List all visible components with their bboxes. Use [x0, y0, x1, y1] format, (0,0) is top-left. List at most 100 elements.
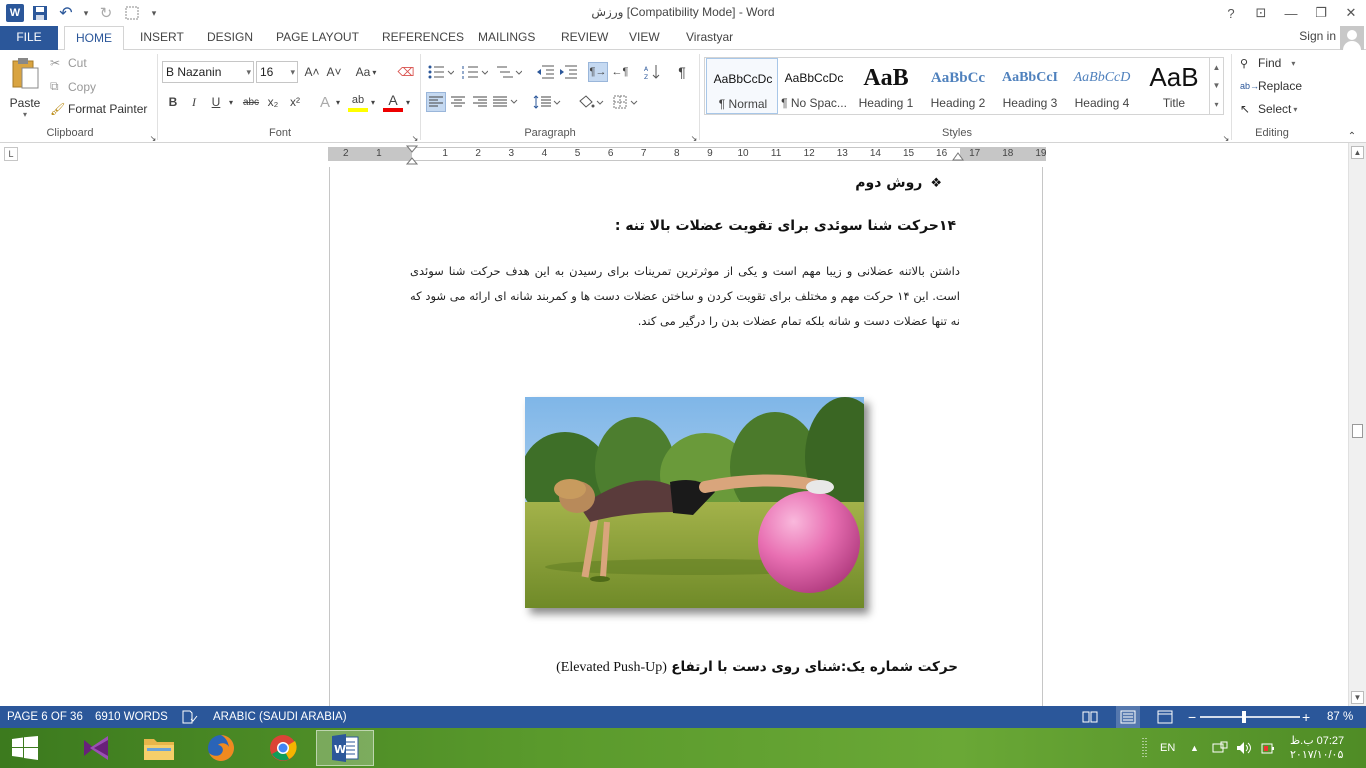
style-normal[interactable]: AaBbCcDc ¶ Normal	[706, 58, 778, 114]
font-color-dropdown-icon[interactable]: ▾	[403, 92, 413, 112]
zoom-out-button[interactable]: −	[1188, 706, 1196, 728]
grow-font-icon[interactable]: A˄	[302, 62, 322, 82]
pushup-photo[interactable]	[525, 397, 864, 608]
bold-button[interactable]: B	[163, 92, 183, 112]
font-size-combo[interactable]: 16	[256, 61, 298, 83]
paste-button[interactable]: Paste ▾	[8, 56, 42, 120]
taskbar-chrome[interactable]	[254, 730, 312, 766]
start-button[interactable]	[0, 730, 50, 766]
chevron-up-icon[interactable]: ▲	[1213, 63, 1221, 72]
tab-home[interactable]: HOME	[64, 26, 124, 51]
tab-mailings[interactable]: MAILINGS	[467, 26, 546, 50]
style-title[interactable]: AaB Title	[1138, 58, 1210, 114]
horizontal-ruler[interactable]: 2 1 1 2 3 4 5 6 7 8 9 10 11 12 13 14 15 16 17 18 19	[328, 145, 1046, 165]
zoom-slider-thumb[interactable]	[1242, 711, 1246, 723]
new-document-icon[interactable]	[122, 3, 142, 23]
minimize-button[interactable]: —	[1276, 0, 1306, 26]
zoom-slider[interactable]	[1200, 716, 1300, 718]
taskbar-word[interactable]: W	[316, 730, 374, 766]
text-highlight-button[interactable]: ab	[348, 92, 368, 112]
language-indicator[interactable]: ARABIC (SAUDI ARABIA)	[213, 706, 347, 728]
close-button[interactable]: ✕	[1336, 0, 1366, 26]
replace-button[interactable]: ab→ Replace	[1240, 79, 1302, 93]
superscript-button[interactable]: x²	[285, 92, 305, 112]
right-indent-marker-icon[interactable]	[952, 151, 964, 161]
scroll-down-icon[interactable]: ▼	[1351, 691, 1364, 704]
maximize-button[interactable]: ❐	[1306, 0, 1336, 26]
word-app-icon[interactable]: W	[6, 4, 24, 22]
shrink-font-icon[interactable]: A˅	[324, 62, 344, 82]
style-heading-3[interactable]: AaBbCcI Heading 3	[994, 58, 1066, 114]
tab-view[interactable]: VIEW	[618, 26, 671, 50]
page-indicator[interactable]: PAGE 6 OF 36	[7, 706, 83, 728]
word-count[interactable]: 6910 WORDS	[95, 706, 168, 728]
customize-qat-icon[interactable]: ▾	[148, 3, 160, 23]
tab-review[interactable]: REVIEW	[550, 26, 619, 50]
styles-more-icon[interactable]: ▾	[1214, 100, 1218, 109]
increase-indent-icon[interactable]	[558, 62, 578, 82]
style-no-spacing[interactable]: AaBbCcDc ¶ No Spac...	[778, 58, 850, 114]
help-button[interactable]: ?	[1216, 0, 1246, 26]
tab-page-layout[interactable]: PAGE LAYOUT	[265, 26, 370, 50]
tab-virastyar[interactable]: Virastyar	[675, 26, 744, 50]
redo-icon[interactable]: ↻	[96, 3, 116, 23]
numbering-button[interactable]	[460, 62, 490, 82]
indent-marker-icon[interactable]	[406, 145, 418, 165]
scroll-thumb[interactable]	[1352, 424, 1363, 438]
font-color-button[interactable]: A	[383, 92, 403, 112]
multilevel-list-button[interactable]	[494, 62, 524, 82]
input-language[interactable]: EN	[1160, 728, 1175, 768]
network-icon[interactable]	[1212, 728, 1228, 768]
save-icon[interactable]	[30, 3, 50, 23]
volume-icon[interactable]	[1236, 728, 1252, 768]
undo-icon[interactable]: ↶	[56, 3, 76, 23]
tab-design[interactable]: DESIGN	[196, 26, 264, 50]
align-left-button[interactable]	[426, 92, 446, 112]
change-case-button[interactable]: Aa ▾	[352, 62, 380, 82]
taskbar-firefox[interactable]	[192, 730, 250, 766]
text-effects-button[interactable]: A	[315, 92, 335, 112]
style-heading-1[interactable]: AaB Heading 1	[850, 58, 922, 114]
copy-button[interactable]: ⧉ Copy	[50, 79, 96, 94]
rtl-direction-button[interactable]: ←¶	[610, 62, 630, 82]
scroll-up-icon[interactable]: ▲	[1351, 146, 1364, 159]
tab-file[interactable]: FILE	[0, 26, 58, 50]
tab-selector[interactable]: L	[4, 147, 18, 161]
align-center-button[interactable]	[448, 92, 468, 112]
style-heading-2[interactable]: AaBbCc Heading 2	[922, 58, 994, 114]
underline-dropdown-icon[interactable]: ▾	[226, 92, 236, 112]
justify-button[interactable]	[492, 92, 520, 112]
zoom-in-button[interactable]: +	[1302, 706, 1310, 728]
tab-references[interactable]: REFERENCES	[371, 26, 475, 50]
ltr-direction-button[interactable]: ¶→	[588, 62, 608, 82]
chevron-down-icon[interactable]: ▼	[1213, 81, 1221, 90]
strikethrough-button[interactable]: abc	[240, 92, 262, 112]
subscript-button[interactable]: x₂	[263, 92, 283, 112]
align-right-button[interactable]	[470, 92, 490, 112]
ribbon-display-options-button[interactable]: ⊡	[1246, 0, 1276, 26]
tab-insert[interactable]: INSERT	[129, 26, 195, 50]
cut-button[interactable]: ✂ Cut	[50, 56, 87, 70]
undo-dropdown-icon[interactable]: ▾	[82, 3, 90, 23]
sort-icon[interactable]: AZ	[642, 62, 662, 82]
style-heading-4[interactable]: AaBbCcD Heading 4	[1066, 58, 1138, 114]
taskbar-visual-studio[interactable]	[68, 730, 126, 766]
highlight-dropdown-icon[interactable]: ▾	[368, 92, 378, 112]
clock[interactable]: 07:27 ب.ظ ۲۰۱۷/۱۰/۰۵	[1290, 728, 1344, 768]
underline-button[interactable]: U	[206, 92, 226, 112]
show-hidden-icons-icon[interactable]: ▲	[1190, 728, 1199, 768]
bullets-button[interactable]	[426, 62, 456, 82]
zoom-level[interactable]: 87 %	[1327, 706, 1353, 728]
italic-button[interactable]: I	[184, 92, 204, 112]
format-painter-button[interactable]: 🖌 Format Painter	[50, 102, 147, 116]
decrease-indent-icon[interactable]	[535, 62, 555, 82]
sign-in-link[interactable]: Sign in	[1299, 29, 1336, 43]
vertical-scrollbar[interactable]: ▲ ▼	[1348, 143, 1366, 706]
show-formatting-marks-icon[interactable]: ¶	[672, 62, 692, 82]
taskbar-file-explorer[interactable]	[130, 730, 188, 766]
borders-button[interactable]	[612, 92, 642, 112]
find-button[interactable]: ⚲ Find ▾	[1240, 56, 1295, 70]
power-icon[interactable]	[1260, 728, 1276, 768]
line-spacing-button[interactable]	[532, 92, 562, 112]
select-button[interactable]: ↖ Select ▾	[1240, 102, 1297, 116]
